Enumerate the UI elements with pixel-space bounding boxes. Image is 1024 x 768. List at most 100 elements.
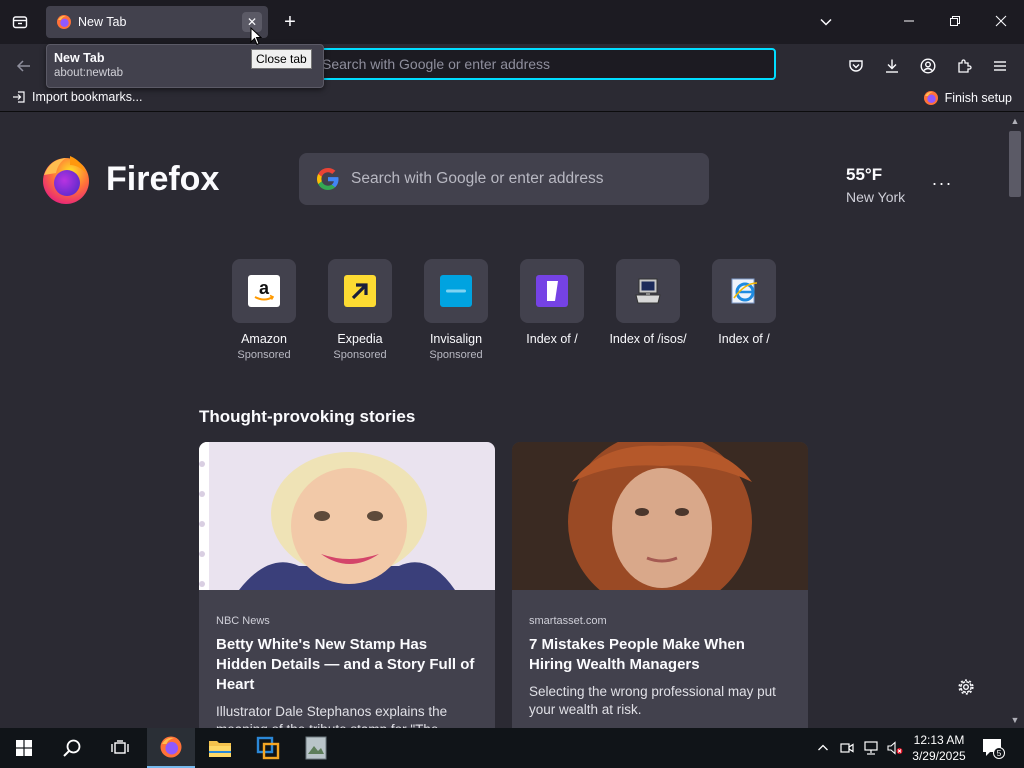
search-placeholder: Search with Google or enter address — [351, 170, 604, 187]
arrow-left-icon — [16, 60, 30, 72]
story-card[interactable]: smartasset.com 7 Mistakes People Make Wh… — [512, 442, 808, 728]
firefox-logo: Firefox — [40, 153, 219, 205]
new-tab-page: Firefox Search with Google or enter addr… — [0, 113, 1006, 728]
scrollbar-thumb[interactable] — [1009, 131, 1021, 197]
notification-icon: 5 — [983, 739, 1005, 759]
shortcut-invisalign[interactable]: Invisalign Sponsored — [408, 259, 504, 361]
show-hidden-icons-button[interactable] — [812, 728, 834, 768]
shortcut-icon-box: a — [232, 259, 296, 323]
taskbar-file-explorer[interactable] — [196, 728, 244, 768]
invisalign-icon — [440, 275, 472, 307]
tray-volume-button[interactable] — [884, 728, 906, 768]
task-view-icon — [111, 740, 129, 754]
story-thumbnail — [199, 442, 495, 590]
restore-button[interactable] — [932, 6, 978, 36]
shortcut-index-isos[interactable]: Index of /isos/ — [600, 259, 696, 361]
weather-temperature: 55°F — [846, 165, 883, 184]
weather-menu-button[interactable]: ··· — [930, 171, 954, 195]
start-button[interactable] — [0, 728, 48, 768]
shortcut-icon-box — [712, 259, 776, 323]
minimize-icon — [904, 20, 914, 22]
list-all-tabs-button[interactable] — [8, 10, 32, 34]
account-icon — [920, 58, 936, 74]
action-center-button[interactable]: 5 — [978, 728, 1008, 768]
camera-icon — [840, 743, 854, 753]
tab-strip: New Tab ✕ + — [0, 0, 1024, 44]
image-viewer-icon — [305, 736, 327, 760]
speaker-muted-icon — [887, 741, 903, 755]
internet-explorer-icon — [731, 278, 758, 304]
address-input[interactable] — [322, 56, 774, 72]
shortcut-name: Amazon — [241, 332, 287, 346]
story-card[interactable]: NBC News Betty White's New Stamp Has Hid… — [199, 442, 495, 728]
story-headline: Betty White's New Stamp Has Hidden Detai… — [216, 636, 475, 693]
network-icon — [864, 741, 878, 755]
account-button[interactable] — [914, 52, 942, 80]
app-menu-button[interactable] — [986, 52, 1014, 80]
downloads-button[interactable] — [878, 52, 906, 80]
finish-setup-button[interactable]: Finish setup — [923, 90, 1012, 106]
minimize-button[interactable] — [886, 6, 932, 36]
page-scrollbar[interactable]: ▲ ▼ — [1006, 113, 1024, 728]
tray-network-button[interactable] — [860, 728, 882, 768]
firefox-logo-icon — [43, 156, 89, 204]
tab-new-tab[interactable]: New Tab ✕ — [46, 6, 268, 38]
tab-title: New Tab — [78, 15, 127, 29]
weather-location: New York — [846, 189, 906, 205]
gear-icon — [958, 679, 974, 695]
scroll-down-arrow-icon[interactable]: ▼ — [1009, 714, 1021, 726]
google-search-box[interactable]: Search with Google or enter address — [299, 153, 709, 205]
tray-meet-button[interactable] — [836, 728, 858, 768]
windows-taskbar: 12:13 AM 3/29/2025 5 — [0, 728, 1024, 768]
google-icon — [317, 168, 339, 190]
new-tab-button[interactable]: + — [278, 10, 302, 34]
shortcut-name: Expedia — [337, 332, 383, 346]
story-thumbnail — [512, 442, 808, 612]
story-headline: 7 Mistakes People Make When Hiring Wealt… — [529, 636, 745, 673]
weather-widget[interactable]: 55°F New York — [846, 165, 905, 205]
bookmarks-toolbar: Import bookmarks... Finish setup — [0, 86, 1024, 112]
search-icon — [63, 739, 81, 757]
shortcut-amazon[interactable]: a Amazon Sponsored — [216, 259, 312, 361]
task-view-button[interactable] — [96, 728, 144, 768]
close-icon — [995, 15, 1007, 27]
close-window-button[interactable] — [978, 6, 1024, 36]
download-icon — [886, 59, 898, 73]
story-excerpt: Illustrator Dale Stephanos explains the … — [216, 704, 448, 728]
taskbar-app[interactable] — [292, 728, 340, 768]
shortcut-sponsored-label: Sponsored — [237, 349, 291, 361]
taskbar-firefox[interactable] — [147, 728, 195, 768]
taskbar-clock[interactable]: 12:13 AM 3/29/2025 — [904, 732, 974, 764]
firefox-icon — [923, 91, 938, 105]
import-bookmarks-label: Import bookmarks... — [32, 90, 143, 104]
shortcut-index-1[interactable]: Index of / — [504, 259, 600, 361]
address-bar[interactable] — [312, 48, 776, 80]
amazon-icon: a — [248, 275, 280, 307]
story-source: smartasset.com — [529, 615, 607, 627]
shortcut-index-2[interactable]: Index of / — [696, 259, 792, 361]
story-source: NBC News — [216, 615, 270, 627]
import-bookmarks-button[interactable]: Import bookmarks... — [12, 90, 142, 104]
clock-date: 3/29/2025 — [912, 749, 966, 763]
taskbar-remote-desktop[interactable] — [244, 728, 292, 768]
shortcut-icon-box — [520, 259, 584, 323]
pocket-button[interactable] — [842, 52, 870, 80]
shortcut-icon-box — [424, 259, 488, 323]
search-taskbar-button[interactable] — [48, 728, 96, 768]
stories-heading: Thought-provoking stories — [199, 407, 416, 426]
clock-time: 12:13 AM — [913, 733, 965, 747]
tab-overflow-button[interactable] — [814, 10, 838, 34]
scroll-up-arrow-icon[interactable]: ▲ — [1009, 115, 1021, 127]
personalize-button[interactable] — [954, 675, 978, 699]
top-sites: a Amazon Sponsored Expedia Sponsored Inv… — [216, 259, 792, 361]
close-tab-tooltip: Close tab — [251, 49, 312, 69]
shortcut-expedia[interactable]: Expedia Sponsored — [312, 259, 408, 361]
tab-list-icon — [12, 16, 28, 29]
extensions-button[interactable] — [950, 52, 978, 80]
import-icon — [13, 91, 25, 103]
chevron-up-icon — [818, 744, 828, 751]
shortcut-name: Index of / — [526, 332, 578, 346]
shortcut-icon-box — [616, 259, 680, 323]
back-button[interactable] — [10, 52, 38, 80]
shortcut-sponsored-label: Sponsored — [333, 349, 387, 361]
